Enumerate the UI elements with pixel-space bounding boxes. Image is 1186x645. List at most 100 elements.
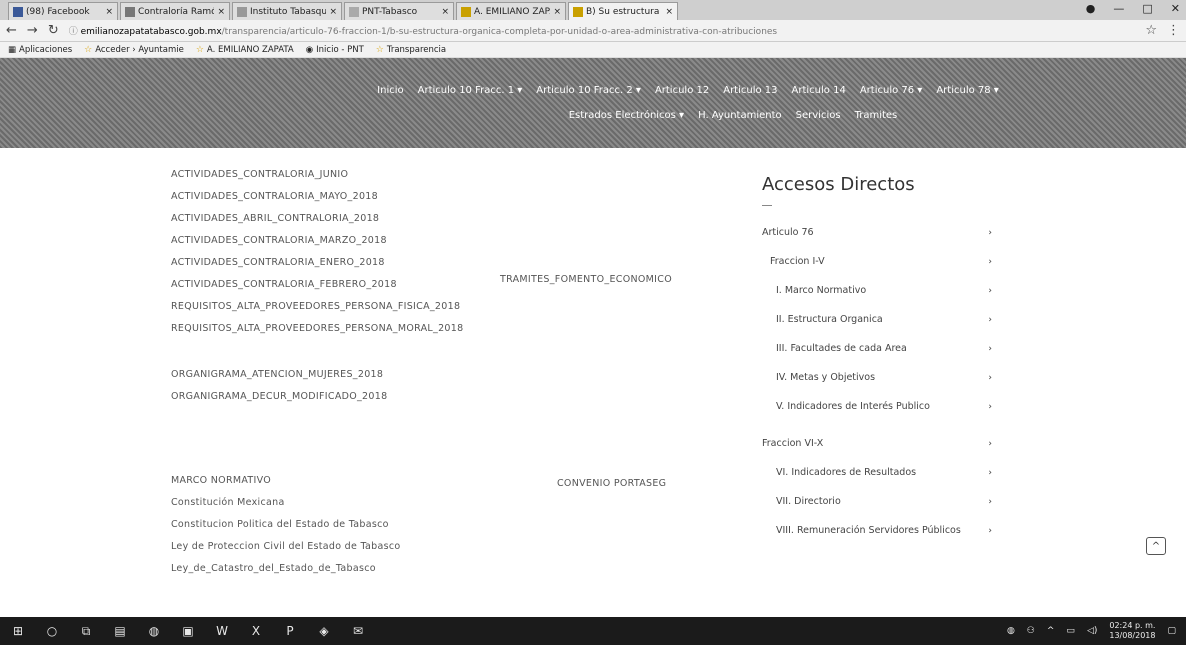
sidebar-item[interactable]: VI. Indicadores de Resultados › bbox=[762, 458, 1002, 487]
nav-item-articulo-14[interactable]: Articulo 14 bbox=[792, 85, 846, 96]
volume-icon[interactable]: ◁) bbox=[1087, 626, 1097, 636]
doc-link[interactable]: MARCO NORMATIVO bbox=[171, 470, 551, 492]
nav-item-articulo-10-fracc-2[interactable]: Articulo 10 Fracc. 2 ▾ bbox=[536, 85, 641, 96]
chrome-icon[interactable]: ◍ bbox=[146, 623, 162, 639]
doc-link[interactable]: ACTIVIDADES_CONTRALORIA_JUNIO bbox=[171, 164, 551, 186]
chevron-right-icon: › bbox=[988, 372, 992, 383]
doc-link[interactable]: Constitucion Politica del Estado de Taba… bbox=[171, 514, 551, 536]
doc-link[interactable]: ORGANIGRAMA_ATENCION_MUJERES_2018 bbox=[171, 364, 551, 386]
browser-tab[interactable]: PNT-Tabasco × bbox=[344, 2, 454, 20]
nav-item-ayuntamiento[interactable]: H. Ayuntamiento bbox=[698, 110, 782, 121]
star-icon bbox=[573, 6, 583, 17]
doc-link[interactable]: Ley de Proteccion Civil del Estado de Ta… bbox=[171, 536, 551, 558]
nav-item-articulo-13[interactable]: Articulo 13 bbox=[723, 85, 777, 96]
browser-tab[interactable]: A. EMILIANO ZAPATA× bbox=[456, 2, 566, 20]
nav-item-articulo-12[interactable]: Articulo 12 bbox=[655, 85, 709, 96]
windows-start-icon[interactable]: ⊞ bbox=[10, 623, 26, 639]
browser-tab-active[interactable]: B) Su estructura orgánica× bbox=[568, 2, 678, 20]
doc-link[interactable]: Constitución Mexicana bbox=[171, 492, 551, 514]
chevron-right-icon: › bbox=[988, 496, 992, 507]
bookmark-item[interactable]: ◉ Inicio - PNT bbox=[306, 45, 364, 55]
tray-chevron-icon[interactable]: ^ bbox=[1047, 626, 1055, 636]
user-icon[interactable]: ● bbox=[1086, 2, 1096, 15]
minimize-icon[interactable]: — bbox=[1113, 2, 1124, 15]
doc-link[interactable]: Ley_de_Catastro_del_Estado_de_Tabasco bbox=[171, 558, 551, 580]
star-icon: ☆ bbox=[195, 44, 204, 55]
sidebar-title: Accesos Directos bbox=[762, 174, 915, 195]
excel-icon[interactable]: X bbox=[248, 623, 264, 639]
task-view-icon[interactable]: ⧉ bbox=[78, 623, 94, 639]
forward-icon[interactable]: → bbox=[27, 23, 38, 38]
doc-link[interactable]: REQUISITOS_ALTA_PROVEEDORES_PERSONA_MORA… bbox=[171, 318, 551, 340]
app-icon[interactable]: ◈ bbox=[316, 623, 332, 639]
network-icon[interactable]: ▭ bbox=[1066, 626, 1075, 636]
doc-link[interactable]: ORGANIGRAMA_DECUR_MODIFICADO_2018 bbox=[171, 386, 551, 408]
mail-icon[interactable]: ✉ bbox=[350, 623, 366, 639]
close-tab-icon[interactable]: × bbox=[105, 7, 113, 17]
doc-link[interactable]: ACTIVIDADES_CONTRALORIA_MARZO_2018 bbox=[171, 230, 551, 252]
close-window-icon[interactable]: ✕ bbox=[1171, 2, 1180, 15]
sidebar-item[interactable]: III. Facultades de cada Area › bbox=[762, 334, 1002, 363]
browser-tab[interactable]: Instituto Tabasqueño de× bbox=[232, 2, 342, 20]
close-tab-icon[interactable]: × bbox=[441, 7, 449, 17]
nav-item-articulo-10-fracc-1[interactable]: Articulo 10 Fracc. 1 ▾ bbox=[418, 85, 523, 96]
facebook-icon bbox=[13, 6, 23, 17]
close-tab-icon[interactable]: × bbox=[217, 7, 225, 17]
doc-link-tramites[interactable]: TRAMITES_FOMENTO_ECONOMICO bbox=[500, 274, 672, 285]
sidebar-item[interactable]: IV. Metas y Objetivos › bbox=[762, 363, 1002, 392]
clock[interactable]: 02:24 p. m. 13/08/2018 bbox=[1109, 621, 1155, 641]
bookmark-star-icon[interactable]: ☆ bbox=[1145, 23, 1157, 38]
info-icon: ⓘ bbox=[68, 27, 81, 37]
sidebar-item[interactable]: VIII. Remuneración Servidores Públicos › bbox=[762, 516, 1002, 545]
doc-link[interactable]: ACTIVIDADES_CONTRALORIA_ENERO_2018 bbox=[171, 252, 551, 274]
search-icon[interactable]: ○ bbox=[44, 623, 60, 639]
chrome-tray-icon[interactable]: ◍ bbox=[1007, 626, 1015, 636]
secondary-nav: Estrados Electrónicos ▾ H. Ayuntamiento … bbox=[569, 110, 898, 121]
sidebar-item[interactable]: I. Marco Normativo › bbox=[762, 276, 1002, 305]
maximize-icon[interactable]: □ bbox=[1142, 2, 1152, 15]
bookmark-item[interactable]: ☆ A. EMILIANO ZAPATA bbox=[196, 45, 294, 55]
people-icon[interactable]: ⚇ bbox=[1027, 626, 1035, 636]
nav-item-articulo-78[interactable]: Articulo 78 ▾ bbox=[936, 85, 999, 96]
bookmark-apps[interactable]: ▦ Aplicaciones bbox=[8, 45, 72, 55]
site-icon bbox=[125, 6, 135, 17]
url-input[interactable]: ⓘ emilianozapatatabasco.gob.mx/transpare… bbox=[69, 24, 1136, 37]
powerpoint-icon[interactable]: P bbox=[282, 623, 298, 639]
doc-link[interactable]: REQUISITOS_ALTA_PROVEEDORES_PERSONA_FISI… bbox=[171, 296, 551, 318]
nav-item-inicio[interactable]: Inicio bbox=[377, 85, 403, 96]
back-icon[interactable]: ← bbox=[6, 23, 17, 38]
browser-tab[interactable]: (98) Facebook × bbox=[8, 2, 118, 20]
word-icon[interactable]: W bbox=[214, 623, 230, 639]
nav-item-tramites[interactable]: Tramites bbox=[855, 110, 898, 121]
doc-link[interactable]: ACTIVIDADES_CONTRALORIA_FEBRERO_2018 bbox=[171, 274, 551, 296]
star-icon bbox=[461, 6, 471, 17]
sidebar-item[interactable]: Fraccion I-V › bbox=[762, 247, 1002, 276]
nav-item-articulo-76[interactable]: Articulo 76 ▾ bbox=[860, 85, 923, 96]
close-tab-icon[interactable]: × bbox=[553, 7, 561, 17]
menu-icon[interactable]: ⋮ bbox=[1167, 23, 1180, 38]
notifications-icon[interactable]: ▢ bbox=[1167, 626, 1176, 636]
doc-link[interactable]: ACTIVIDADES_CONTRALORIA_MAYO_2018 bbox=[171, 186, 551, 208]
apps-icon: ▦ bbox=[8, 44, 17, 55]
browser-tab[interactable]: Contraloría Ramón Solís× bbox=[120, 2, 230, 20]
file-explorer-icon[interactable]: ▤ bbox=[112, 623, 128, 639]
sidebar-item[interactable]: VII. Directorio › bbox=[762, 487, 1002, 516]
sidebar-item[interactable]: V. Indicadores de Interés Publico › bbox=[762, 392, 1002, 421]
nav-item-servicios[interactable]: Servicios bbox=[796, 110, 841, 121]
doc-link-convenio[interactable]: CONVENIO PORTASEG bbox=[557, 478, 666, 489]
back-to-top-button[interactable]: ^ bbox=[1146, 537, 1166, 555]
bookmark-item[interactable]: ☆ Acceder › Ayuntamie bbox=[84, 45, 184, 55]
chevron-right-icon: › bbox=[988, 467, 992, 478]
close-tab-icon[interactable]: × bbox=[665, 7, 673, 17]
doc-link[interactable]: ACTIVIDADES_ABRIL_CONTRALORIA_2018 bbox=[171, 208, 551, 230]
bookmark-item[interactable]: ☆ Transparencia bbox=[376, 45, 446, 55]
sidebar-item[interactable]: Fraccion VI-X › bbox=[762, 429, 1002, 458]
nav-item-estrados[interactable]: Estrados Electrónicos ▾ bbox=[569, 110, 684, 121]
sidebar-item[interactable]: II. Estructura Organica › bbox=[762, 305, 1002, 334]
reload-icon[interactable]: ↻ bbox=[48, 23, 59, 38]
close-tab-icon[interactable]: × bbox=[329, 7, 337, 17]
store-icon[interactable]: ▣ bbox=[180, 623, 196, 639]
sidebar-item[interactable]: Articulo 76 › bbox=[762, 218, 1002, 247]
